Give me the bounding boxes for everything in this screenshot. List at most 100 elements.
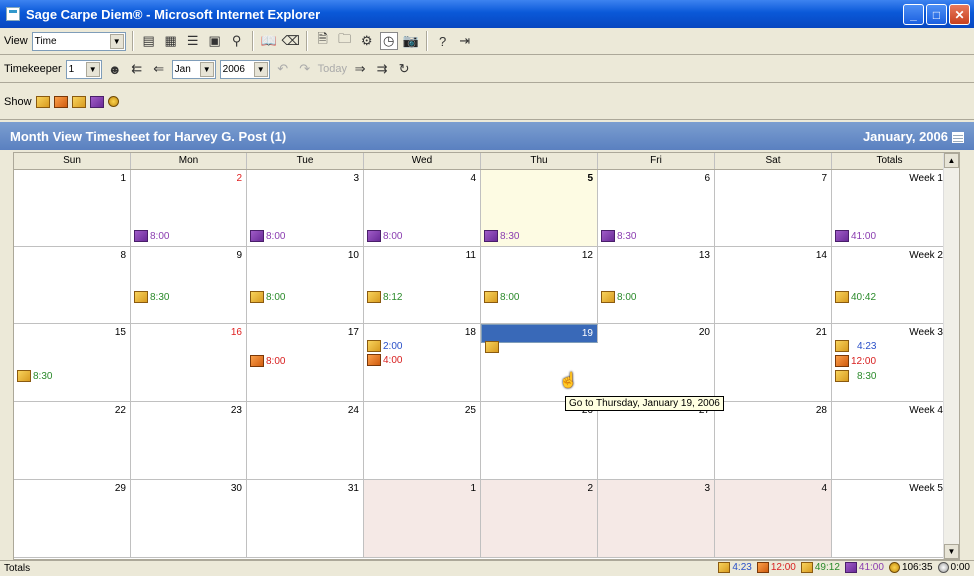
scroll-up-icon[interactable]: ▲ [944,153,959,168]
day-cell[interactable]: 18 2:00 4:00 [364,324,481,401]
today-icon[interactable]: ↷ [296,60,314,78]
day-cell-next-month[interactable]: 2 [481,480,598,557]
time-entry[interactable]: 8:00 [484,291,519,303]
day-cell-next-month[interactable]: 4 [715,480,832,557]
day-cell[interactable]: 31 [247,480,364,557]
day-cell[interactable]: 25 [364,402,481,479]
time-entry[interactable]: 8:00 [134,230,169,242]
day-cell[interactable]: 6 8:30 [598,170,715,246]
day-cell[interactable]: 30 [131,480,247,557]
time-entry[interactable]: 2:00 [367,340,402,352]
last-year-icon[interactable]: ⇉ [373,60,391,78]
timer-icon[interactable]: ◷ [379,32,398,50]
day-number: 18 [464,327,476,338]
entry-hours: 8:30 [617,230,637,242]
show-billed-icon[interactable] [89,95,104,108]
day-view-icon[interactable]: ▤ [140,32,158,50]
document-icon[interactable]: 🗎 [314,31,332,50]
day-cell[interactable]: 29 [14,480,131,557]
day-cell[interactable]: 21 [715,324,832,401]
day-cell[interactable]: 3 8:00 [247,170,364,246]
day-cell[interactable]: 11 8:12 [364,247,481,323]
day-cell[interactable]: 4 8:00 [364,170,481,246]
show-pending-icon[interactable] [53,95,68,108]
previous-icon[interactable]: ⇐ [150,60,168,78]
day-cell[interactable]: 24 [247,402,364,479]
day-cell[interactable]: 16 [131,324,247,401]
day-cell[interactable]: 23 [131,402,247,479]
settings-icon[interactable]: ⚙ [358,32,376,50]
day-cell-selected[interactable]: 19 2:23 [481,324,598,353]
day-cell[interactable]: 26 [481,402,598,479]
time-entry[interactable]: 8:30 [17,370,52,382]
status-bar: Totals 4:23 12:00 49:12 41:00 106:35 0:0… [0,560,974,576]
time-entry[interactable]: 8:30 [601,230,636,242]
day-cell[interactable]: 9 8:30 [131,247,247,323]
day-cell-today[interactable]: 5 8:30 [481,170,598,246]
time-entry[interactable]: 8:00 [250,291,285,303]
timekeeper-lookup-icon[interactable]: ☻ [106,60,124,78]
day-cell[interactable]: 17 8:00 [247,324,364,401]
exit-icon[interactable]: ⇥ [456,32,474,50]
day-cell[interactable]: 1 [14,170,131,246]
month-view-icon[interactable]: ▦ [162,32,180,50]
year-select[interactable]: 2006 ▼ [219,59,270,79]
folder-icon[interactable]: 🗀 [336,31,354,50]
day-cell[interactable]: 2 8:00 [131,170,247,246]
day-cell[interactable]: 8 [14,247,131,323]
camera-icon[interactable]: 📷 [402,32,420,50]
time-entry[interactable]: 8:30 [134,291,169,303]
unbilled-icon [718,562,731,573]
time-entry[interactable]: 4:00 [367,354,402,366]
maximize-button[interactable]: □ [926,4,947,25]
day-cell[interactable]: 12 8:00 [481,247,598,323]
day-number: 14 [815,250,827,261]
time-entry[interactable]: 8:00 [250,355,285,367]
time-entry[interactable]: 8:00 [367,230,402,242]
day-number: 20 [698,327,710,338]
billed-icon [250,230,264,242]
eraser-icon[interactable]: ⌫ [281,32,299,50]
day-cell[interactable]: 10 8:00 [247,247,364,323]
list-view-icon[interactable]: ▣ [206,32,224,50]
timekeeper-select[interactable]: 1 ▼ [65,59,102,79]
show-released-icon[interactable] [71,95,86,108]
first-year-icon[interactable]: ⇇ [128,60,146,78]
undo-icon[interactable]: ↶ [274,60,292,78]
calendar-icon[interactable] [952,131,964,143]
close-button[interactable]: ✕ [949,4,970,25]
week-label: Week 4 [909,405,943,416]
show-totals-icon[interactable] [107,96,119,107]
time-entry[interactable]: 8:00 [601,291,636,303]
vertical-scrollbar[interactable]: ▲ ▼ [943,153,959,559]
show-unbilled-icon[interactable] [35,95,50,108]
day-cell[interactable]: 28 [715,402,832,479]
time-entry[interactable]: 8:30 [484,230,519,242]
search-icon[interactable]: ⚲ [228,32,246,50]
day-cell[interactable]: 27 [598,402,715,479]
time-entry[interactable]: 8:12 [367,291,402,303]
view-select[interactable]: Time ▼ [31,31,126,51]
help-icon[interactable]: ? [434,32,452,50]
address-book-icon[interactable]: 📖 [260,32,278,50]
show-label: Show [4,95,32,108]
month-select[interactable]: Jan ▼ [171,59,216,79]
refresh-icon[interactable]: ↻ [395,60,413,78]
day-cell[interactable]: 7 [715,170,832,246]
scroll-down-icon[interactable]: ▼ [944,544,959,559]
day-cell[interactable]: 20 [598,324,715,401]
day-cell[interactable]: 13 8:00 [598,247,715,323]
day-cell-next-month[interactable]: 1 [364,480,481,557]
today-label[interactable]: Today [318,63,347,75]
day-cell[interactable]: 22 [14,402,131,479]
day-cell[interactable]: 15 8:30 [14,324,131,401]
time-entry[interactable]: 8:00 [250,230,285,242]
week-total: 8:30 [835,370,876,382]
timekeeper-select-value: 1 [68,63,75,75]
week-view-icon[interactable]: ☰ [184,32,202,50]
next-icon[interactable]: ⇒ [351,60,369,78]
time-entry[interactable]: 2:23 [485,341,520,353]
day-cell-next-month[interactable]: 3 [598,480,715,557]
day-cell[interactable]: 14 [715,247,832,323]
minimize-button[interactable]: _ [903,4,924,25]
